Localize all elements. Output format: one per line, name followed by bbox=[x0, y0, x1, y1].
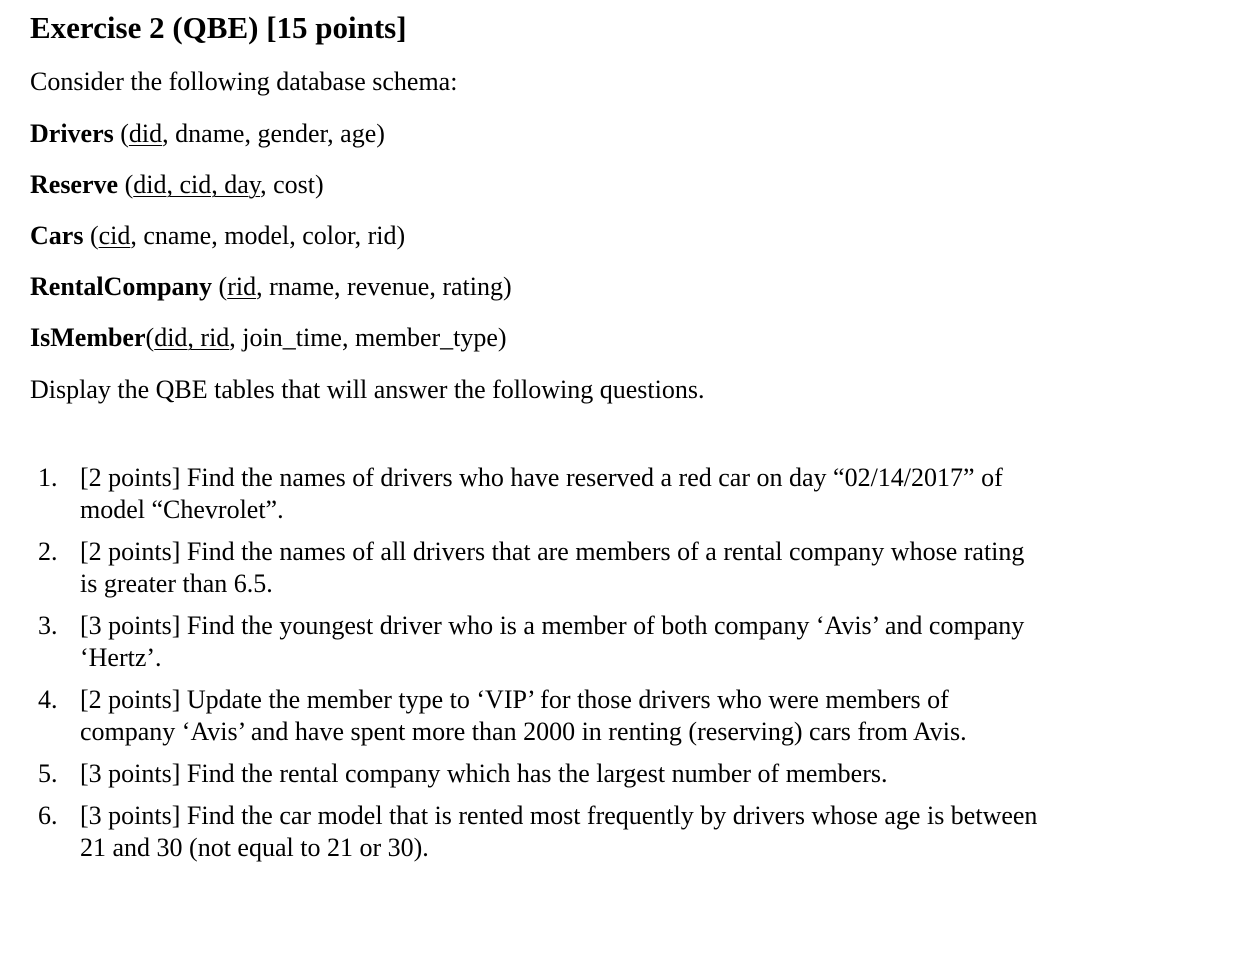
attributes: , cost) bbox=[260, 170, 324, 199]
question-text: [2 points] Update the member type to ‘VI… bbox=[80, 685, 967, 746]
question-item: 1. [2 points] Find the names of drivers … bbox=[30, 462, 1220, 526]
attributes: , dname, gender, age) bbox=[162, 119, 385, 148]
primary-key: cid bbox=[98, 221, 131, 250]
question-number: 3. bbox=[38, 611, 58, 640]
primary-key: did, rid bbox=[154, 323, 230, 352]
schema-drivers: Drivers (did, dname, gender, age) bbox=[30, 119, 385, 148]
instruction-text: Display the QBE tables that will answer … bbox=[30, 375, 705, 404]
question-text: [3 points] Find the youngest driver who … bbox=[80, 611, 1025, 672]
question-number: 5. bbox=[38, 759, 58, 788]
question-number: 6. bbox=[38, 801, 58, 830]
question-item: 6. [3 points] Find the car model that is… bbox=[30, 800, 1220, 864]
schema-reserve: Reserve (did, cid, day, cost) bbox=[30, 170, 324, 199]
attributes: , join_time, member_type) bbox=[229, 323, 507, 352]
question-number: 1. bbox=[38, 463, 58, 492]
question-text: [2 points] Find the names of drivers who… bbox=[80, 463, 1003, 524]
question-text: [3 points] Find the rental company which… bbox=[80, 759, 888, 788]
primary-key: rid bbox=[227, 272, 257, 301]
question-item: 4. [2 points] Update the member type to … bbox=[30, 684, 1220, 748]
question-item: 2. [2 points] Find the names of all driv… bbox=[30, 536, 1220, 600]
question-text: [3 points] Find the car model that is re… bbox=[80, 801, 1038, 862]
relation-name: RentalCompany bbox=[30, 272, 213, 301]
question-item: 5. [3 points] Find the rental company wh… bbox=[30, 758, 1220, 790]
question-number: 2. bbox=[38, 537, 58, 566]
exercise-title: Exercise 2 (QBE) [15 points] bbox=[30, 10, 407, 45]
attributes: , cname, model, color, rid) bbox=[130, 221, 406, 250]
attributes: , rname, revenue, rating) bbox=[256, 272, 512, 301]
question-list: 1. [2 points] Find the names of drivers … bbox=[30, 462, 1220, 874]
relation-name: Cars bbox=[30, 221, 84, 250]
relation-name: IsMember bbox=[30, 323, 146, 352]
schema-ismember: IsMember(did, rid, join_time, member_typ… bbox=[30, 323, 507, 352]
question-number: 4. bbox=[38, 685, 58, 714]
relation-name: Reserve bbox=[30, 170, 119, 199]
question-text: [2 points] Find the names of all drivers… bbox=[80, 537, 1025, 598]
primary-key: did, cid, day bbox=[133, 170, 261, 199]
schema-rentalcompany: RentalCompany (rid, rname, revenue, rati… bbox=[30, 272, 512, 301]
relation-name: Drivers bbox=[30, 119, 114, 148]
primary-key: did bbox=[128, 119, 163, 148]
intro-text: Consider the following database schema: bbox=[30, 67, 458, 96]
schema-cars: Cars (cid, cname, model, color, rid) bbox=[30, 221, 406, 250]
question-item: 3. [3 points] Find the youngest driver w… bbox=[30, 610, 1220, 674]
